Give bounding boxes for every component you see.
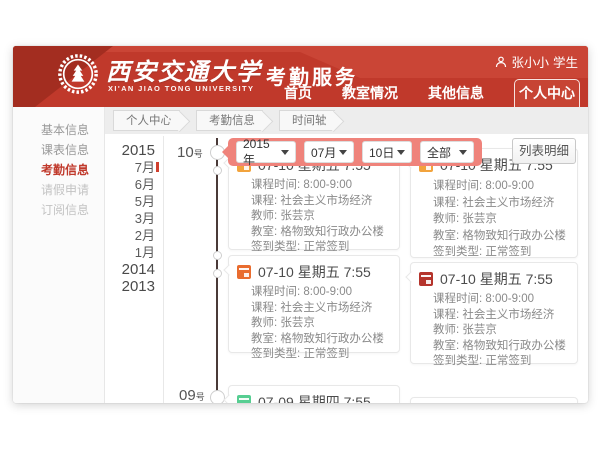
month-select-value: 07月 [311, 144, 336, 161]
card-title: 07-10 星期五 7:55 [440, 269, 553, 289]
card-row-course-time: 课程时间: 8:00-9:00 [229, 285, 399, 301]
card-row-teacher: 教师: 张芸京 [229, 316, 399, 332]
app-header: 西安交通大学 XI'AN JIAO TONG UNIVERSITY 考勤服务 张… [13, 46, 588, 107]
list-detail-button[interactable]: 列表明细 [512, 138, 576, 164]
card-row-classroom: 教室: 格物致知行政办公楼 [229, 225, 399, 241]
card-row-course: 课程: 社会主义市场经济 [229, 194, 399, 210]
breadcrumb-attendance-info[interactable]: 考勤信息 [196, 110, 263, 131]
sidebar-item-attendance-info[interactable]: 考勤信息 [41, 161, 89, 177]
card-row-course: 课程: 社会主义市场经济 [411, 308, 577, 324]
card-row-classroom: 教室: 格物致知行政办公楼 [229, 332, 399, 348]
rail-month-7[interactable]: 7月 [109, 159, 155, 176]
day-number: 09 [179, 387, 196, 403]
calendar-icon [419, 272, 433, 286]
card-title: 07-09 星期四 7:55 [258, 392, 371, 403]
date-filter-bar: 2015年 07月 10日 全部 [228, 138, 482, 166]
card-header: 07-10 星期五 7:55 [411, 263, 577, 292]
user-role: 学生 [553, 52, 578, 71]
breadcrumb: 个人中心 考勤信息 时间轴 [113, 110, 351, 131]
sidebar-item-basic-info[interactable]: 基本信息 [41, 121, 89, 137]
person-icon [495, 56, 507, 68]
nav-classroom-status[interactable]: 教室情况 [342, 79, 398, 107]
main-nav: 首页 教室情况 其他信息 个人中心 [284, 79, 588, 107]
type-select-value: 全部 [427, 144, 451, 161]
breadcrumb-timeline[interactable]: 时间轴 [279, 110, 335, 131]
year-select-value: 2015年 [243, 137, 281, 168]
sidebar-item-schedule-info[interactable]: 课表信息 [41, 141, 89, 157]
rail-year-2013[interactable]: 2013 [109, 278, 155, 295]
card-row-signin-type: 签到类型: 正常签到 [411, 244, 577, 261]
card-row-signin-type: 签到类型: 正常签到 [411, 354, 577, 370]
app-window: 西安交通大学 XI'AN JIAO TONG UNIVERSITY 考勤服务 张… [13, 46, 588, 403]
day-unit: 号 [194, 149, 203, 159]
nav-other-info[interactable]: 其他信息 [428, 79, 484, 107]
card-row-signin-type: 签到类型: 正常签到 [229, 240, 399, 256]
day-select-value: 10日 [369, 144, 394, 161]
page: 西安交通大学 XI'AN JIAO TONG UNIVERSITY 考勤服务 张… [0, 0, 600, 450]
attendance-card: 07-10 星期五 7:55 课程时间: 8:00-9:00 课程: 社会主义市… [228, 255, 400, 353]
card-row-course-time: 课程时间: 8:00-9:00 [411, 178, 577, 195]
card-row-course: 课程: 社会主义市场经济 [229, 301, 399, 317]
nav-home[interactable]: 首页 [284, 79, 312, 107]
university-seal-icon [57, 53, 99, 95]
day-select[interactable]: 10日 [362, 141, 412, 163]
card-row-course-time: 课程时间: 8:00-9:00 [411, 292, 577, 308]
chevron-down-icon [397, 150, 405, 155]
card-row-classroom: 教室: 格物致知行政办公楼 [411, 228, 577, 245]
day-label-09: 09号 [179, 387, 205, 403]
card-title: 07-10 星期五 7:55 [258, 262, 371, 282]
rail-year-2015[interactable]: 2015 [109, 142, 155, 159]
rail-month-2[interactable]: 2月 [109, 227, 155, 244]
day-number: 10 [177, 144, 194, 161]
sidebar: 基本信息 课表信息 考勤信息 请假申请 订阅信息 [13, 107, 105, 403]
rail-month-5[interactable]: 5月 [109, 193, 155, 210]
card-header: 07-10 星期五 7:55 [229, 256, 399, 285]
user-account[interactable]: 张小小 学生 [495, 52, 578, 71]
card-row-course-time: 课程时间: 8:00-9:00 [229, 178, 399, 194]
rail-month-1[interactable]: 1月 [109, 244, 155, 261]
attendance-card-partial: 07-09 星期四 7:55 [228, 385, 400, 403]
chevron-down-icon [459, 150, 467, 155]
calendar-icon [237, 265, 251, 279]
card-row-signin-type: 签到类型: 正常签到 [229, 347, 399, 363]
year-select[interactable]: 2015年 [236, 141, 296, 163]
calendar-icon [237, 395, 251, 403]
current-month-marker [156, 162, 159, 172]
sidebar-item-subscription-info[interactable]: 订阅信息 [41, 201, 89, 217]
card-row-course: 课程: 社会主义市场经济 [411, 195, 577, 212]
card-header: 07-09 星期四 7:55 [229, 386, 399, 403]
nav-personal-center-active[interactable]: 个人中心 [514, 79, 580, 107]
day-unit: 号 [196, 392, 205, 402]
timeline-rail: 2015 7月 6月 5月 3月 2月 1月 2014 2013 [109, 142, 155, 295]
rail-month-6[interactable]: 6月 [109, 176, 155, 193]
university-name-zh: 西安交通大学 [106, 52, 262, 87]
rail-month-3[interactable]: 3月 [109, 210, 155, 227]
user-name: 张小小 [511, 52, 549, 71]
card-row-classroom: 教室: 格物致知行政办公楼 [411, 339, 577, 355]
timeline-node [213, 269, 222, 278]
breadcrumb-personal-center[interactable]: 个人中心 [113, 110, 180, 131]
timeline-node [213, 251, 222, 260]
breadcrumb-bar: 个人中心 考勤信息 时间轴 [105, 107, 588, 134]
timeline-node [210, 390, 225, 404]
month-select[interactable]: 07月 [304, 141, 354, 163]
sidebar-item-leave-request[interactable]: 请假申请 [41, 181, 89, 197]
rail-year-2014[interactable]: 2014 [109, 261, 155, 278]
timeline-node [213, 166, 222, 175]
day-label-10: 10号 [177, 144, 203, 162]
type-select[interactable]: 全部 [420, 141, 474, 163]
attendance-card: 07-10 星期五 7:55 课程时间: 8:00-9:00 课程: 社会主义市… [410, 262, 578, 364]
chevron-down-icon [281, 150, 289, 155]
card-row-teacher: 教师: 张芸京 [411, 323, 577, 339]
card-row-teacher: 教师: 张芸京 [411, 211, 577, 228]
university-name-en: XI'AN JIAO TONG UNIVERSITY [108, 84, 254, 93]
card-row-teacher: 教师: 张芸京 [229, 209, 399, 225]
attendance-card-partial [410, 397, 578, 403]
chevron-down-icon [339, 150, 347, 155]
rail-divider [163, 136, 164, 403]
